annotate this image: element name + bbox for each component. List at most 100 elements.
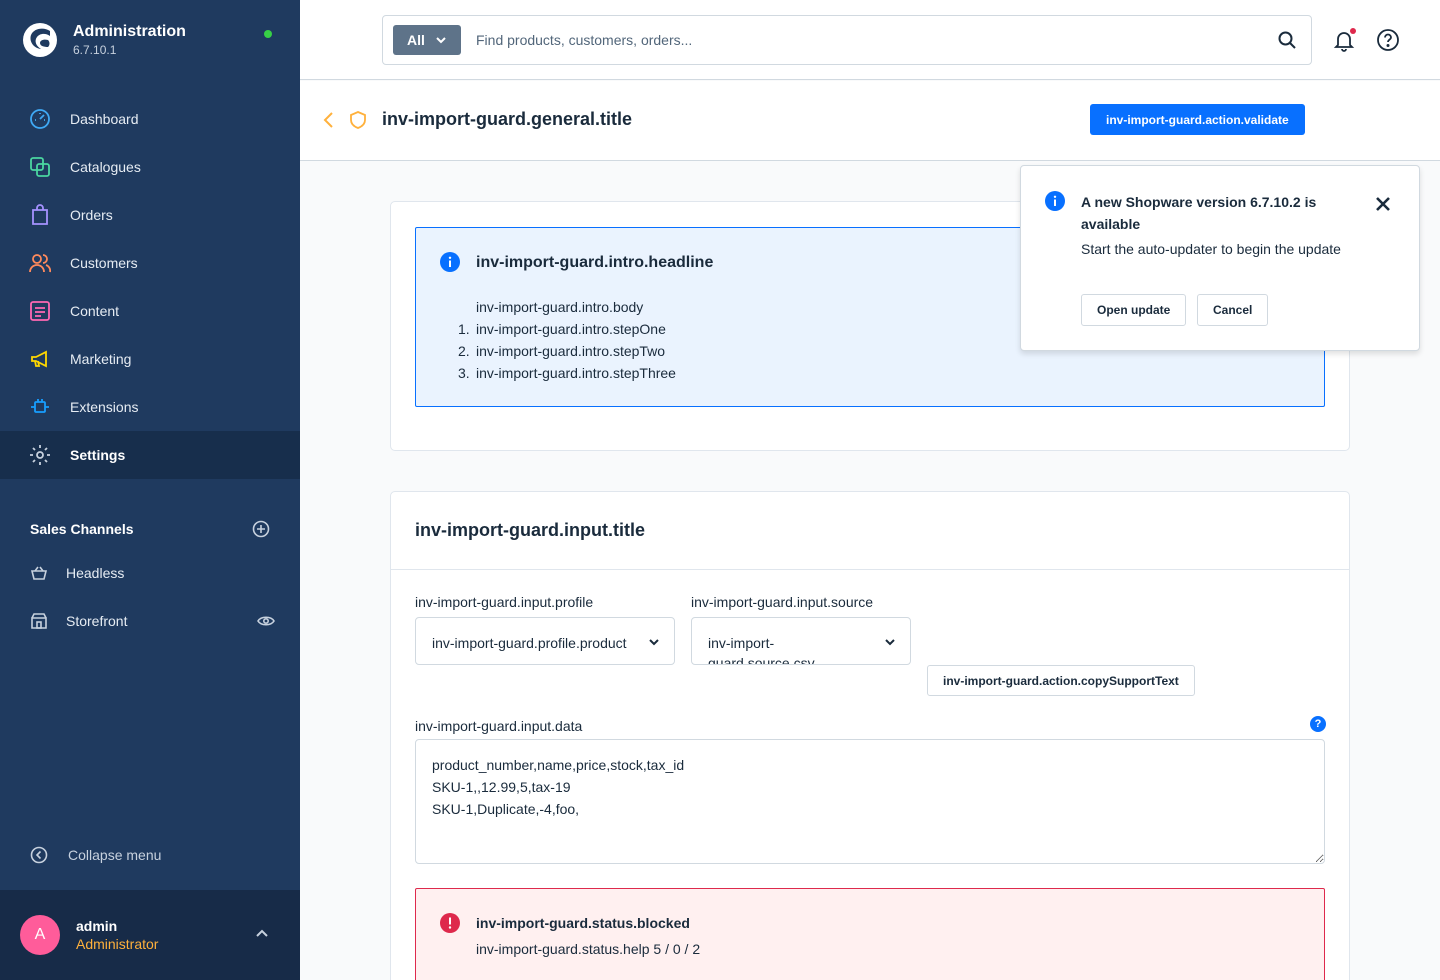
profile-label: inv-import-guard.input.profile	[415, 594, 594, 610]
sales-channel-label: Storefront	[66, 613, 128, 629]
user-name: admin	[76, 918, 118, 934]
nav-item-catalogues[interactable]: Catalogues	[0, 143, 300, 191]
status-error-alert: inv-import-guard.status.blocked inv-impo…	[415, 888, 1325, 980]
notification-title: A new Shopware version 6.7.10.2 is avail…	[1081, 194, 1317, 232]
nav-item-extensions[interactable]: Extensions	[0, 383, 300, 431]
user-menu[interactable]: A admin Administrator	[0, 890, 300, 980]
sales-channels-title: Sales Channels	[30, 521, 134, 537]
search-input[interactable]	[476, 32, 1236, 48]
close-icon[interactable]	[1375, 196, 1391, 212]
nav-item-settings[interactable]: Settings	[0, 431, 300, 479]
step-text: inv-import-guard.intro.stepTwo	[476, 343, 666, 359]
main-nav: Dashboard Catalogues Orders Customers Co…	[0, 95, 300, 479]
nav-item-customers[interactable]: Customers	[0, 239, 300, 287]
source-select-value: inv-import-guard.source.csv	[708, 635, 815, 665]
add-sales-channel-icon[interactable]	[252, 520, 270, 538]
content-icon	[28, 299, 52, 323]
storefront-icon	[31, 613, 47, 629]
nav-label: Settings	[70, 447, 126, 463]
validate-button[interactable]: inv-import-guard.action.validate	[1090, 104, 1305, 135]
chevron-left-icon[interactable]	[322, 111, 336, 129]
notification-badge-dot	[1350, 28, 1356, 34]
info-icon	[1045, 191, 1065, 211]
nav-label: Extensions	[70, 399, 139, 415]
update-notification: A new Shopware version 6.7.10.2 is avail…	[1020, 165, 1420, 351]
data-textarea[interactable]: product_number,name,price,stock,tax_id S…	[415, 739, 1325, 864]
nav-label: Marketing	[70, 351, 132, 367]
gear-icon	[28, 443, 52, 467]
nav-label: Catalogues	[70, 159, 141, 175]
help-icon[interactable]: ?	[1310, 716, 1326, 732]
customers-icon	[28, 251, 52, 275]
sales-channel-label: Headless	[66, 565, 125, 581]
marketing-icon	[28, 347, 52, 371]
nav-item-content[interactable]: Content	[0, 287, 300, 335]
chevron-down-icon	[885, 639, 895, 646]
list-item: 2. inv-import-guard.intro.stepTwo	[458, 340, 676, 362]
page-title: inv-import-guard.general.title	[382, 109, 633, 129]
dashboard-icon	[28, 107, 52, 131]
list-item: 3. inv-import-guard.intro.stepThree	[458, 362, 676, 384]
brand-version: 6.7.10.1	[73, 43, 117, 57]
online-status-dot	[264, 30, 272, 38]
search-type-label: All	[407, 32, 425, 48]
input-card-title: inv-import-guard.input.title	[415, 520, 645, 540]
data-label: inv-import-guard.input.data	[415, 718, 583, 734]
smart-bar: inv-import-guard.general.title inv-impor…	[300, 81, 1440, 161]
intro-body: inv-import-guard.intro.body	[476, 299, 644, 315]
chevron-left-circle-icon	[30, 846, 48, 864]
profile-select-value: inv-import-guard.profile.product	[432, 635, 627, 651]
sidebar: Administration 6.7.10.1 Dashboard Catalo…	[0, 0, 300, 980]
nav-item-orders[interactable]: Orders	[0, 191, 300, 239]
nav-label: Content	[70, 303, 120, 319]
catalogues-icon	[28, 155, 52, 179]
step-number: 3.	[458, 365, 470, 381]
sales-channels-header: Sales Channels	[30, 520, 270, 538]
profile-select[interactable]: inv-import-guard.profile.product	[415, 617, 675, 665]
collapse-menu[interactable]: Collapse menu	[30, 846, 161, 864]
chevron-up-icon[interactable]	[254, 926, 270, 942]
nav-item-marketing[interactable]: Marketing	[0, 335, 300, 383]
global-search: All	[382, 15, 1312, 65]
step-text: inv-import-guard.intro.stepThree	[476, 365, 676, 381]
search-type-select[interactable]: All	[393, 25, 461, 55]
nav-item-dashboard[interactable]: Dashboard	[0, 95, 300, 143]
step-text: inv-import-guard.intro.stepOne	[476, 321, 666, 337]
shopware-logo-icon	[23, 23, 57, 57]
list-item: 1. inv-import-guard.intro.stepOne	[458, 318, 676, 340]
sales-channel-headless[interactable]: Headless	[30, 564, 275, 582]
cancel-button[interactable]: Cancel	[1197, 294, 1269, 326]
intro-headline: inv-import-guard.intro.headline	[476, 254, 714, 271]
search-icon[interactable]	[1277, 30, 1297, 50]
orders-icon	[28, 203, 52, 227]
intro-steps: 1. inv-import-guard.intro.stepOne 2. inv-i…	[458, 318, 676, 384]
nav-label: Dashboard	[70, 111, 139, 127]
nav-label: Orders	[70, 207, 113, 223]
user-role: Administrator	[76, 936, 159, 952]
collapse-menu-label: Collapse menu	[68, 847, 162, 863]
sales-channel-storefront[interactable]: Storefront	[30, 612, 275, 630]
input-card: inv-import-guard.input.title inv-import-…	[390, 491, 1350, 980]
eye-icon[interactable]	[257, 612, 275, 630]
copy-support-text-button[interactable]: inv-import-guard.action.copySupportText	[927, 665, 1195, 696]
source-label: inv-import-guard.input.source	[691, 594, 874, 610]
brand-title: Administration	[73, 23, 186, 40]
avatar: A	[20, 915, 60, 955]
step-number: 1.	[458, 321, 470, 337]
topbar: All	[300, 0, 1440, 80]
source-select[interactable]: inv-import-guard.source.csv	[691, 617, 911, 665]
chevron-down-icon	[649, 639, 659, 646]
nav-label: Customers	[70, 255, 138, 271]
chevron-down-icon	[436, 37, 446, 44]
notification-body: Start the auto-updater to begin the upda…	[1081, 241, 1341, 257]
status-help: inv-import-guard.status.help 5 / 0 / 2	[476, 941, 701, 957]
shield-icon	[350, 111, 366, 129]
open-update-button[interactable]: Open update	[1081, 294, 1187, 326]
basket-icon	[30, 566, 48, 580]
error-icon	[440, 913, 460, 933]
help-icon[interactable]	[1376, 28, 1400, 52]
brand[interactable]: Administration 6.7.10.1	[22, 22, 186, 58]
step-number: 2.	[458, 343, 470, 359]
status-title: inv-import-guard.status.blocked	[476, 915, 690, 931]
extensions-icon	[28, 395, 52, 419]
